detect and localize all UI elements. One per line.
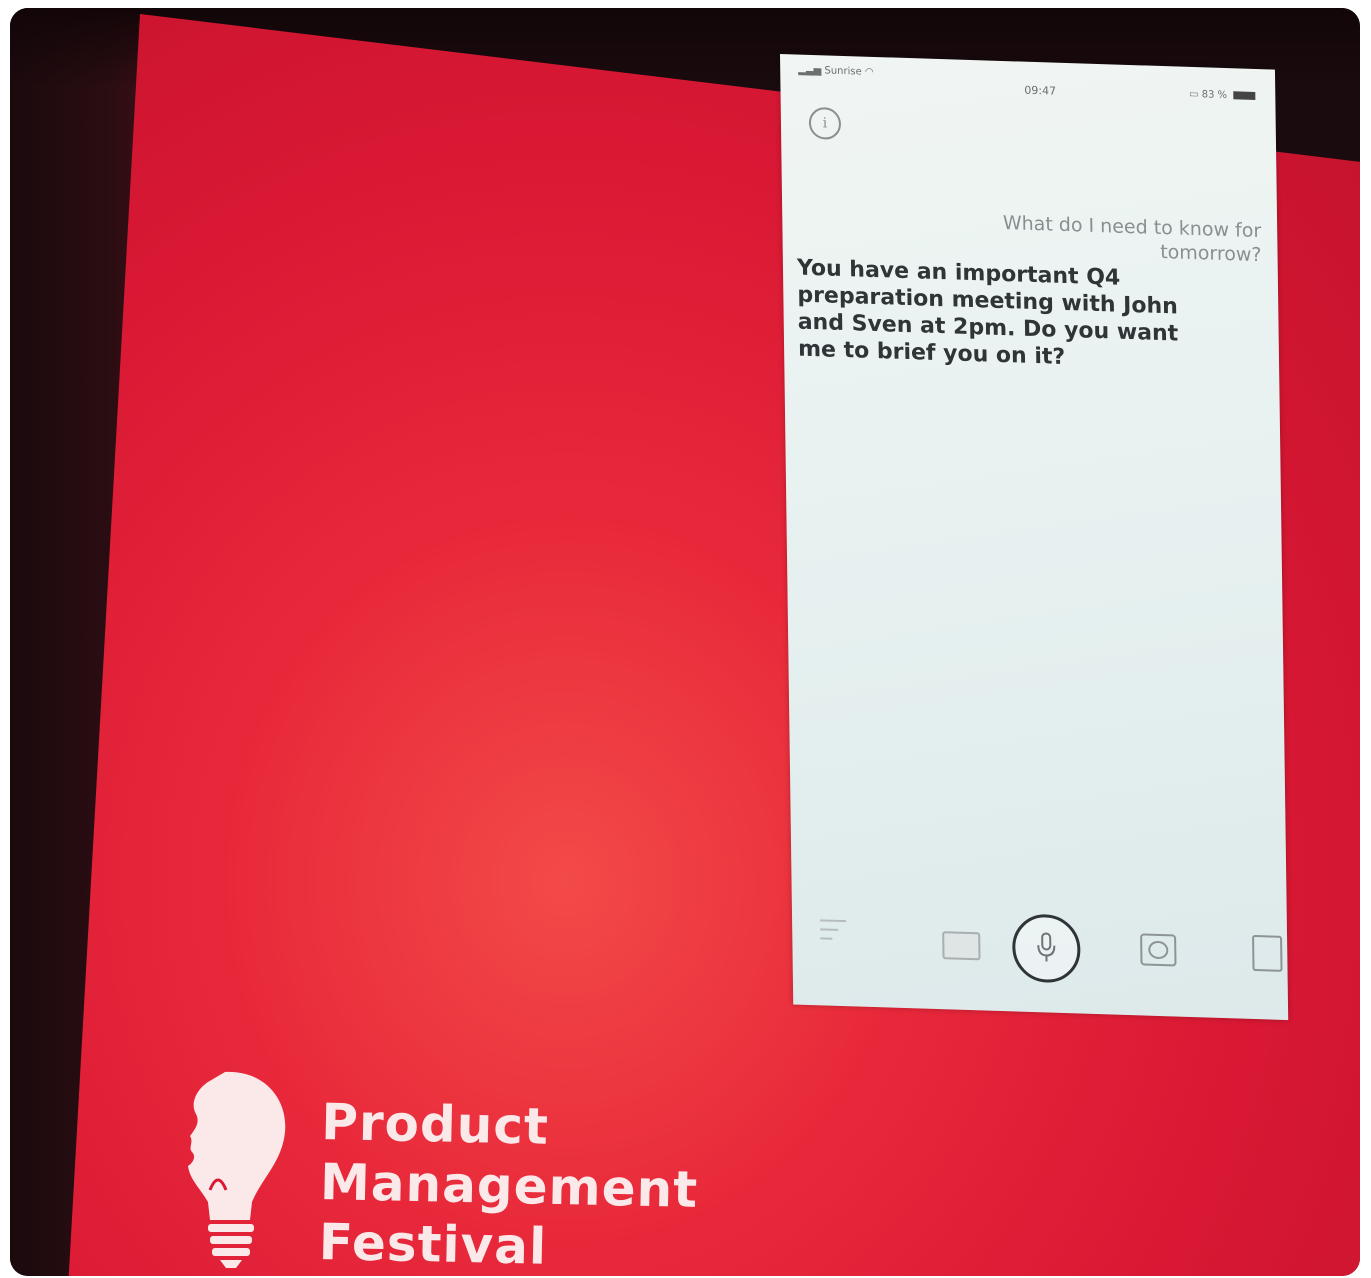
photo-frame: ▂▃▅ Sunrise ◠ 09:47 ▭ 83 % i What do I n… <box>10 8 1360 1276</box>
battery-icon <box>1233 91 1256 100</box>
info-icon[interactable]: i <box>808 106 842 140</box>
assistant-reply: You have an important Q4 preparation mee… <box>796 255 1179 371</box>
scan-icon[interactable] <box>1140 933 1177 967</box>
signal-icon: ▂▃▅ <box>798 64 825 77</box>
status-bar: ▂▃▅ Sunrise ◠ 09:47 ▭ 83 % <box>796 64 1263 102</box>
card-icon[interactable] <box>1252 934 1283 972</box>
festival-logo: Product Management Festival <box>170 1070 699 1276</box>
screen-mirror-icon: ▭ <box>1189 88 1199 101</box>
microphone-icon <box>1037 932 1056 962</box>
lightbulb-icon <box>188 1071 286 1268</box>
keyboard-icon[interactable] <box>942 931 981 961</box>
logo-line-management: Management <box>319 1152 699 1219</box>
microphone-button[interactable] <box>1011 913 1081 984</box>
phone-screen: ▂▃▅ Sunrise ◠ 09:47 ▭ 83 % i What do I n… <box>780 54 1289 1021</box>
logo-text: Product Management Festival <box>318 1092 700 1276</box>
wifi-icon: ◠ <box>864 66 874 78</box>
logo-line-festival: Festival <box>318 1212 548 1276</box>
user-query-bubble: What do I need to know for tomorrow? <box>1002 212 1262 267</box>
battery-indicator: ▭ 83 % <box>1189 88 1256 102</box>
logo-line-product: Product <box>320 1092 550 1156</box>
carrier-label: ▂▃▅ Sunrise ◠ <box>798 64 874 78</box>
clock: 09:47 <box>1024 83 1057 98</box>
menu-icon[interactable] <box>820 919 847 947</box>
assistant-toolbar <box>792 906 1288 992</box>
